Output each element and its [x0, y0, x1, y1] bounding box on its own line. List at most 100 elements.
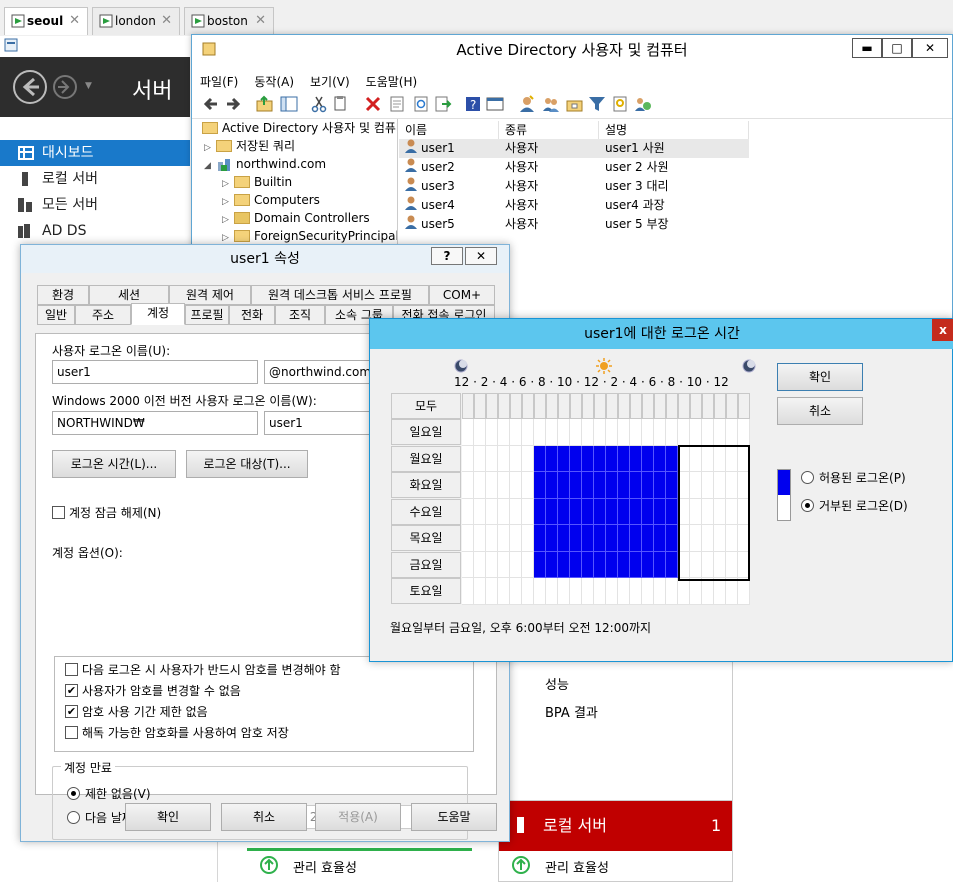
hour-cell-denied[interactable] — [654, 578, 666, 605]
hour-cell-denied[interactable] — [462, 472, 474, 499]
hour-cell-denied[interactable] — [594, 578, 606, 605]
hour-cell-denied[interactable] — [498, 498, 510, 525]
cancel-button[interactable]: 취소 — [777, 397, 863, 425]
checkbox[interactable] — [65, 663, 78, 676]
tree-item-foreign-security[interactable]: ▷ ForeignSecurityPrincipal — [222, 227, 397, 245]
hour-cell-permitted[interactable] — [618, 525, 630, 552]
hour-cell-denied[interactable] — [474, 551, 486, 578]
hour-column-button[interactable] — [618, 393, 630, 419]
day-button-monday[interactable]: 월요일 — [391, 446, 461, 472]
hour-cell-permitted[interactable] — [606, 472, 618, 499]
tab-seoul[interactable]: seoul ✕ — [4, 7, 88, 35]
hour-column-button[interactable] — [510, 393, 522, 419]
user-icon[interactable] — [518, 95, 536, 113]
hour-cell-denied[interactable] — [522, 525, 534, 552]
hour-column-button[interactable] — [606, 393, 618, 419]
hour-cell-denied[interactable] — [630, 419, 642, 446]
close-button[interactable]: ✕ — [465, 247, 497, 265]
hour-cell-permitted[interactable] — [546, 551, 558, 578]
hour-column-button[interactable] — [642, 393, 654, 419]
hour-cell-denied[interactable] — [462, 498, 474, 525]
hour-cell-denied[interactable] — [582, 578, 594, 605]
hour-cell-permitted[interactable] — [618, 551, 630, 578]
hour-cell-denied[interactable] — [606, 419, 618, 446]
hour-cell-permitted[interactable] — [594, 525, 606, 552]
hour-cell-denied[interactable] — [510, 419, 522, 446]
chevron-down-icon[interactable]: ▼ — [85, 81, 92, 91]
hour-cell-denied[interactable] — [714, 419, 726, 446]
hour-cell-denied[interactable] — [558, 578, 570, 605]
local-server-tile[interactable]: 로컬 서버 1 관리 효율성 — [498, 800, 733, 882]
hour-cell-denied[interactable] — [558, 419, 570, 446]
hour-column-button[interactable] — [666, 393, 678, 419]
hour-cell-permitted[interactable] — [666, 472, 678, 499]
hour-cell-denied[interactable] — [498, 525, 510, 552]
hour-cell-permitted[interactable] — [546, 472, 558, 499]
menu-view[interactable]: 보기(V) — [302, 65, 358, 90]
hour-cell-denied[interactable] — [510, 551, 522, 578]
list-item[interactable]: user2 사용자 user 2 사원 — [399, 158, 952, 177]
hour-cell-permitted[interactable] — [618, 472, 630, 499]
hour-cell-permitted[interactable] — [582, 445, 594, 472]
day-button-thursday[interactable]: 목요일 — [391, 525, 461, 551]
close-button[interactable]: x — [932, 319, 953, 341]
hour-cell-permitted[interactable] — [654, 525, 666, 552]
hour-column-button[interactable] — [654, 393, 666, 419]
ok-button[interactable]: 확인 — [125, 803, 211, 831]
day-button-friday[interactable]: 금요일 — [391, 552, 461, 578]
hour-cell-denied[interactable] — [738, 419, 750, 446]
hour-cell-denied[interactable] — [546, 578, 558, 605]
tab-environment[interactable]: 환경 — [37, 285, 89, 305]
help-button[interactable]: 도움말 — [411, 803, 497, 831]
logon-permitted-radio[interactable]: 허용된 로그온(P) — [801, 469, 906, 486]
hour-cell-permitted[interactable] — [534, 445, 546, 472]
tree-item-computers[interactable]: ▷ Computers — [222, 191, 320, 209]
hour-column-button[interactable] — [522, 393, 534, 419]
chevron-down-icon[interactable]: ◢ — [204, 157, 216, 175]
menu-file[interactable]: 파일(F) — [192, 65, 246, 90]
hour-cell-permitted[interactable] — [546, 445, 558, 472]
tab-general[interactable]: 일반 — [37, 305, 75, 325]
tab-sessions[interactable]: 세션 — [89, 285, 169, 305]
hour-cell-denied[interactable] — [462, 525, 474, 552]
hour-cell-denied[interactable] — [486, 498, 498, 525]
hour-cell-denied[interactable] — [642, 578, 654, 605]
list-item[interactable]: user4 사용자 user4 과장 — [399, 196, 952, 215]
hour-column-button[interactable] — [570, 393, 582, 419]
tile-item-performance[interactable]: 성능 — [545, 674, 569, 693]
hour-cell-denied[interactable] — [690, 419, 702, 446]
sidebar-item-ad-ds[interactable]: AD DS — [0, 218, 190, 244]
option-must-change-password[interactable]: 다음 로그온 시 사용자가 반드시 암호를 변경해야 함 — [65, 661, 341, 678]
hour-cell-denied[interactable] — [678, 419, 690, 446]
close-icon[interactable]: ✕ — [69, 8, 80, 34]
hour-cell-permitted[interactable] — [594, 498, 606, 525]
tab-london[interactable]: london ✕ — [92, 7, 180, 35]
hour-cell-permitted[interactable] — [546, 525, 558, 552]
hour-cell-denied[interactable] — [522, 445, 534, 472]
help-button[interactable]: ? — [431, 247, 463, 265]
properties-icon[interactable] — [388, 95, 406, 113]
day-button-wednesday[interactable]: 수요일 — [391, 499, 461, 525]
hour-cell-denied[interactable] — [570, 578, 582, 605]
radio[interactable] — [801, 471, 814, 484]
sidebar-item-local-server[interactable]: 로컬 서버 — [0, 166, 190, 192]
hour-cell-denied[interactable] — [534, 578, 546, 605]
logon-denied-radio[interactable]: 거부된 로그온(D) — [801, 497, 908, 514]
hour-column-button[interactable] — [474, 393, 486, 419]
hour-cell-permitted[interactable] — [558, 472, 570, 499]
hour-cell-permitted[interactable] — [666, 498, 678, 525]
tab-account[interactable]: 계정 — [131, 303, 185, 325]
radio-selected[interactable] — [67, 787, 80, 800]
hour-cell-denied[interactable] — [474, 525, 486, 552]
hour-cell-permitted[interactable] — [582, 525, 594, 552]
all-button[interactable]: 모두 — [391, 393, 461, 419]
day-button-sunday[interactable]: 일요일 — [391, 419, 461, 445]
hour-cell-denied[interactable] — [522, 578, 534, 605]
option-password-never-expires[interactable]: ✔ 암호 사용 기간 제한 없음 — [65, 703, 208, 720]
hour-cell-permitted[interactable] — [618, 498, 630, 525]
hour-cell-denied[interactable] — [702, 578, 714, 605]
hour-cell-denied[interactable] — [738, 578, 750, 605]
hour-cell-permitted[interactable] — [570, 472, 582, 499]
hour-cell-denied[interactable] — [486, 419, 498, 446]
radio-selected[interactable] — [801, 499, 814, 512]
